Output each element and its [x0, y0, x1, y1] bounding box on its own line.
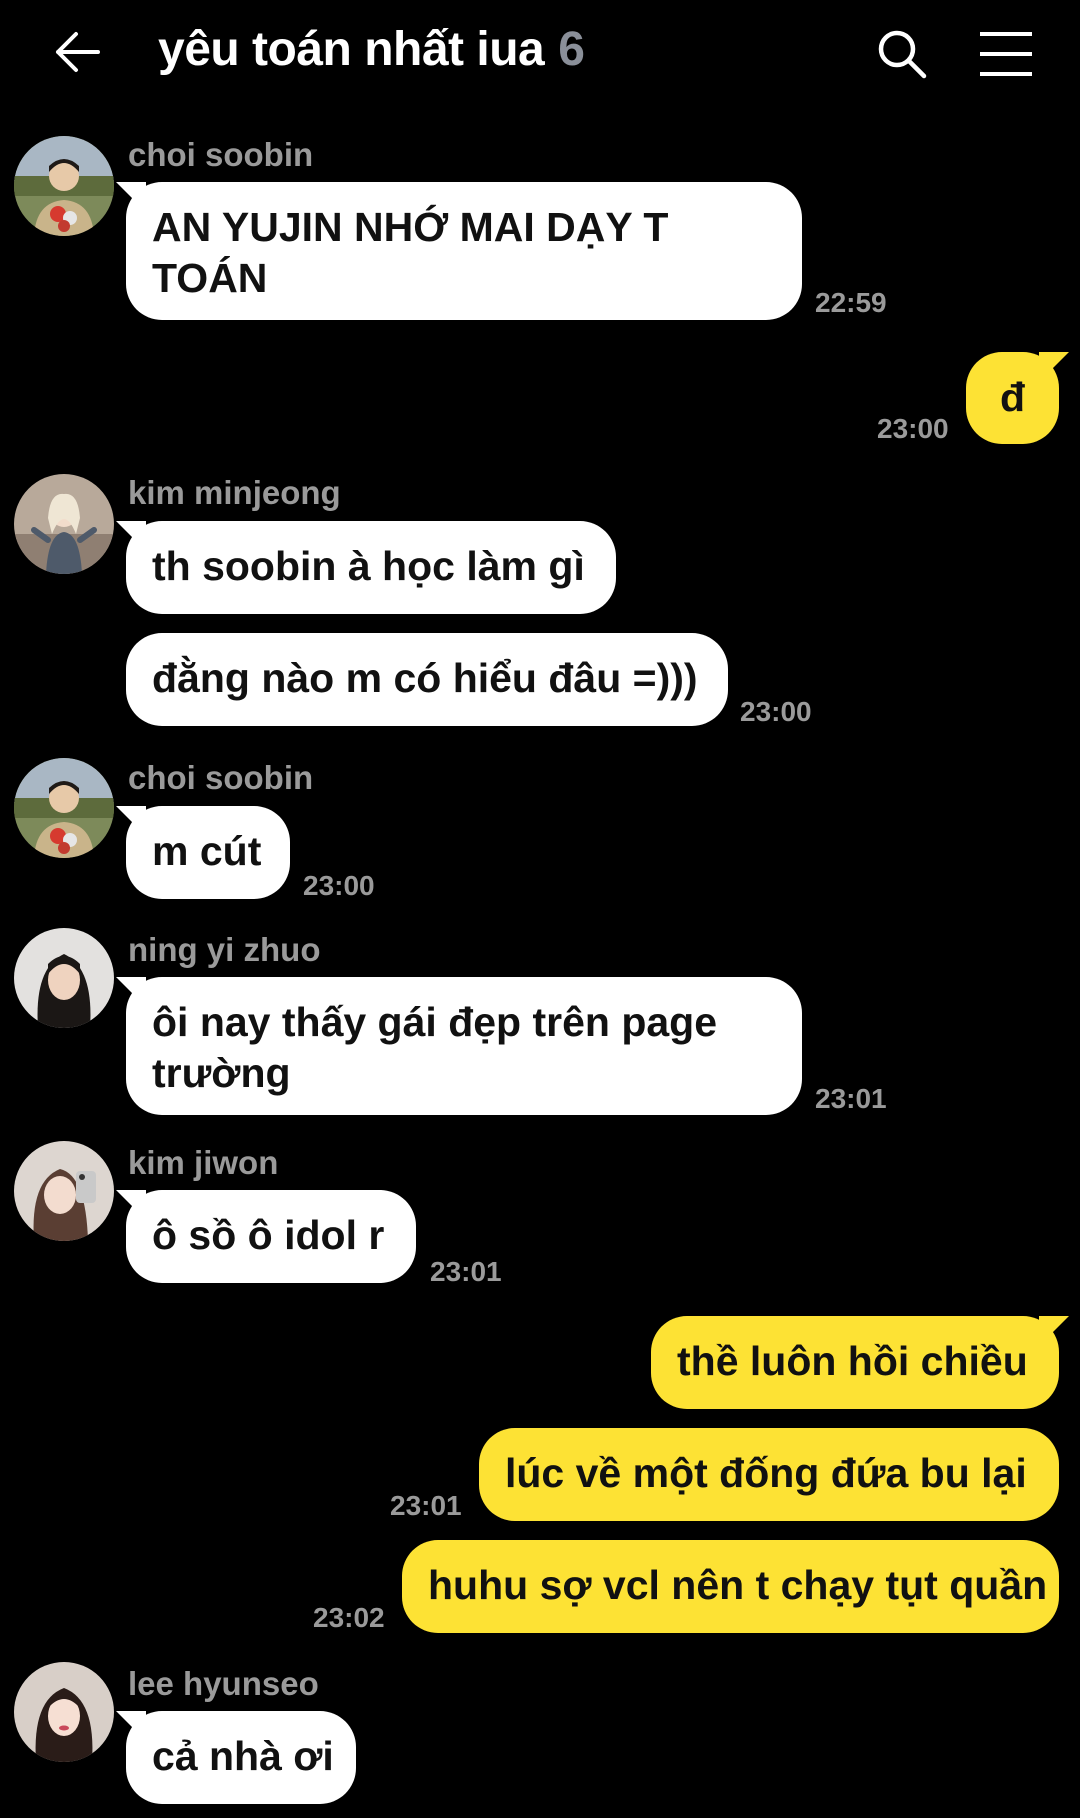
message-time: 23:00 [877, 413, 949, 444]
message-text: lúc về một đống đứa bu lại [505, 1450, 1027, 1496]
message-time: 23:01 [815, 1083, 887, 1114]
message-text: đ [999, 374, 1026, 420]
message-time: 23:00 [303, 870, 375, 901]
avatar-choi-soobin[interactable] [14, 758, 114, 858]
avatar-photo [14, 1141, 114, 1241]
message-bubble[interactable]: ôi nay thấy gái đẹp trên page trường [126, 977, 802, 1115]
message-text: m cút [152, 828, 262, 874]
arrow-left-icon [56, 32, 100, 72]
avatar-choi-soobin[interactable] [14, 136, 114, 236]
avatar-photo [14, 928, 114, 1028]
message-bubble[interactable]: m cút [126, 806, 290, 899]
chat-title: yêu toán nhất iua 6 [158, 22, 585, 77]
message-text: AN YUJIN NHỚ MAI DẠY T TOÁN [152, 204, 669, 301]
message-text: ô sồ ô idol r [152, 1212, 385, 1258]
search-button[interactable] [872, 24, 932, 84]
avatar-photo [14, 758, 114, 858]
avatar-photo [14, 1662, 114, 1762]
message-text: thề luôn hồi chiều [677, 1338, 1028, 1384]
message-time: 23:00 [740, 696, 812, 727]
group-name: yêu toán nhất iua [158, 23, 545, 76]
message-bubble[interactable]: lúc về một đống đứa bu lại [479, 1428, 1059, 1521]
message-text: ôi nay thấy gái đẹp trên page trường [152, 999, 718, 1096]
search-icon [878, 30, 927, 79]
sender-name: lee hyunseo [128, 1665, 319, 1702]
chat-header: yêu toán nhất iua 6 [0, 0, 1080, 110]
avatar-kim-minjeong[interactable] [14, 474, 114, 574]
message-bubble[interactable]: đằng nào m có hiểu đâu =))) [126, 633, 728, 726]
message-text: huhu sợ vcl nên t chạy tụt quần [428, 1562, 1048, 1608]
message-bubble[interactable]: thề luôn hồi chiều [651, 1316, 1059, 1409]
sender-name: kim jiwon [128, 1144, 279, 1181]
avatar-lee-hyunseo[interactable] [14, 1662, 114, 1762]
message-time: 22:59 [815, 287, 887, 318]
message-bubble[interactable]: đ [966, 352, 1059, 444]
message-text: cả nhà ơi [152, 1733, 334, 1779]
message-text: th soobin à học làm gì [152, 543, 585, 589]
back-button[interactable] [46, 22, 110, 86]
avatar-ning-yi-zhuo[interactable] [14, 928, 114, 1028]
message-bubble[interactable]: cả nhà ơi [126, 1711, 356, 1804]
member-count: 6 [558, 23, 585, 76]
sender-name: choi soobin [128, 136, 314, 173]
message-time: 23:01 [390, 1490, 462, 1521]
hamburger-menu-icon [980, 32, 1032, 76]
message-bubble[interactable]: th soobin à học làm gì [126, 521, 616, 614]
menu-button[interactable] [976, 26, 1036, 82]
sender-name: kim minjeong [128, 474, 341, 511]
message-bubble[interactable]: AN YUJIN NHỚ MAI DẠY T TOÁN [126, 182, 802, 320]
avatar-kim-jiwon[interactable] [14, 1141, 114, 1241]
avatar-photo [14, 474, 114, 574]
sender-name: ning yi zhuo [128, 931, 321, 968]
message-bubble[interactable]: huhu sợ vcl nên t chạy tụt quần [402, 1540, 1059, 1633]
sender-name: choi soobin [128, 759, 314, 796]
avatar-photo [14, 136, 114, 236]
message-text: đằng nào m có hiểu đâu =))) [152, 655, 698, 701]
message-time: 23:02 [313, 1602, 385, 1633]
message-time: 23:01 [430, 1256, 502, 1287]
message-bubble[interactable]: ô sồ ô idol r [126, 1190, 416, 1283]
